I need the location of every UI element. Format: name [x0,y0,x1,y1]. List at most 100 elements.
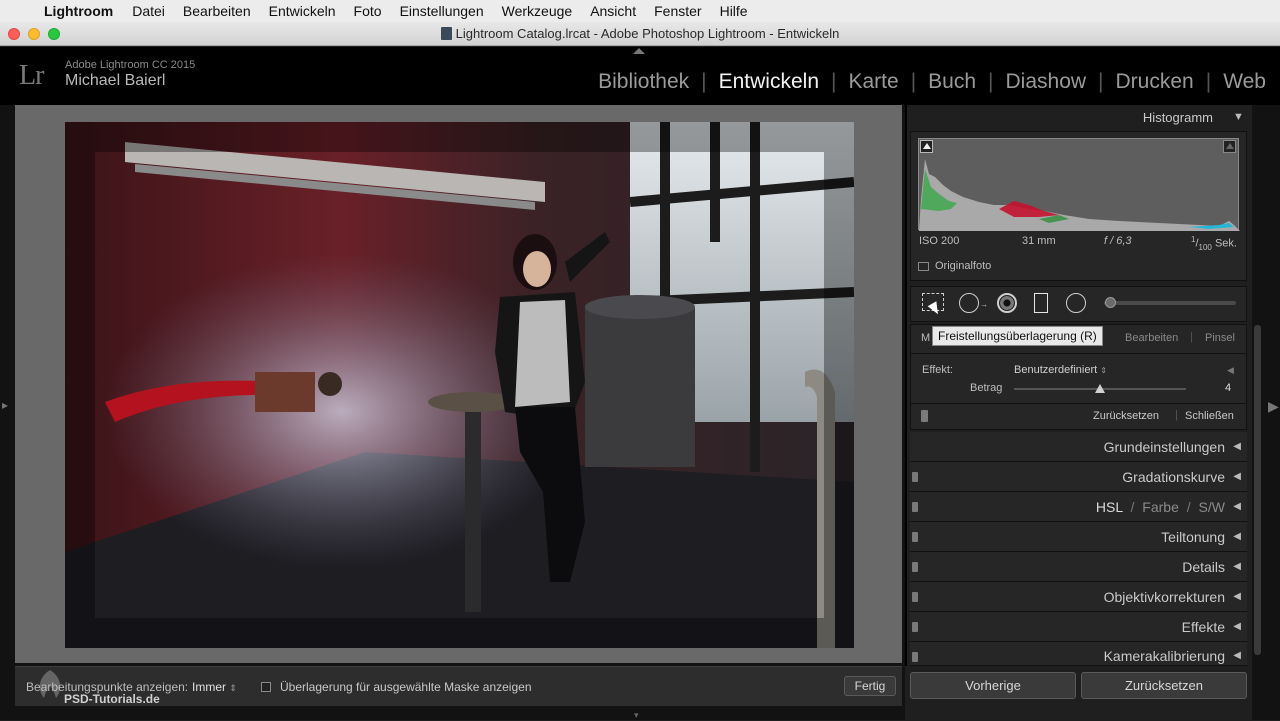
collapse-top-panel-icon[interactable] [633,48,645,54]
panel-toggle-switch[interactable] [912,622,918,632]
window-title-text: Lightroom Catalog.lrcat - Adobe Photosho… [455,26,840,41]
mask-tab-brush[interactable]: Pinsel [1205,332,1235,344]
menu-hilfe[interactable]: Hilfe [720,3,748,19]
divider [910,353,1247,354]
mask-toggle-switch[interactable] [921,410,928,422]
panel-toggle-switch[interactable] [912,502,918,512]
panel-tab-farbe[interactable]: Farbe [1142,499,1179,515]
menu-einstellungen[interactable]: Einstellungen [400,3,484,19]
right-panel-scrollbar[interactable] [1254,325,1261,655]
panel-header-details[interactable]: Details ◀ [910,552,1247,582]
reset-all-button[interactable]: Zurücksetzen [1081,672,1247,699]
original-photo-label: Originalfoto [935,260,992,272]
right-filmstrip-toggle-icon[interactable]: ▶ [1268,398,1279,415]
photo-preview[interactable] [65,122,854,648]
adjustment-brush-slider-icon[interactable] [1104,301,1236,305]
mask-close-button[interactable]: Schließen [1185,410,1234,422]
panel-toggle-switch[interactable] [912,592,918,602]
effect-select[interactable]: Benutzerdefiniert ⇕ [1014,364,1107,376]
done-button[interactable]: Fertig [844,676,896,696]
edit-points-select[interactable]: Immer ⇕ [192,680,237,694]
panel-header-gradationskurve[interactable]: Gradationskurve ◀ [910,462,1247,492]
select-arrows-icon: ⇕ [1100,366,1107,375]
menu-entwickeln[interactable]: Entwickeln [269,3,336,19]
panel-tab-sw[interactable]: S/W [1199,499,1225,515]
module-diashow[interactable]: Diashow [1004,70,1089,94]
graduated-filter-icon[interactable] [1034,293,1048,313]
window-title-bar: Lightroom Catalog.lrcat - Adobe Photosho… [0,22,1280,46]
lightroom-logo: Lr [19,60,44,91]
module-buch[interactable]: Buch [926,70,978,94]
expand-triangle-icon: ◀ [1233,471,1241,482]
original-photo-checkbox[interactable] [918,262,929,271]
tab-separator: / [1130,499,1135,515]
panel-toggle-switch[interactable] [912,472,918,482]
panel-title: Teiltonung [1161,529,1225,545]
watermark-text: PSD-Tutorials.de [64,692,160,706]
button-separator: | [1175,409,1178,421]
exif-shutter: 1/100 Sek. [1191,235,1237,252]
effect-value: Benutzerdefiniert [1014,364,1098,376]
mask-reset-button[interactable]: Zurücksetzen [1093,410,1159,422]
panel-title: Kamerakalibrierung [1103,648,1225,664]
module-drucken[interactable]: Drucken [1114,70,1196,94]
menu-app-name[interactable]: Lightroom [44,3,113,19]
highlight-clipping-toggle[interactable] [1223,140,1236,153]
panel-header-objektivkorrekturen[interactable]: Objektivkorrekturen ◀ [910,582,1247,612]
panel-toggle-switch[interactable] [912,652,918,662]
shadow-clip-triangle-icon [923,143,931,149]
left-panel-toggle-icon[interactable]: ▸ [2,398,8,412]
collapse-triangle-icon[interactable]: ▼ [1233,111,1244,123]
menu-foto[interactable]: Foto [354,3,382,19]
panel-title: Effekte [1181,619,1225,635]
previous-button[interactable]: Vorherige [910,672,1076,699]
red-eye-icon[interactable] [997,293,1017,313]
effect-label: Effekt: [922,364,953,376]
panel-toggle-switch[interactable] [912,532,918,542]
amount-value: 4 [1225,382,1232,394]
panel-title: Objektivkorrekturen [1103,589,1225,605]
panel-toggle-switch[interactable] [912,562,918,572]
menu-bearbeiten[interactable]: Bearbeiten [183,3,251,19]
edit-points-value: Immer [192,680,226,694]
panel-header-kamerakalibrierung[interactable]: Kamerakalibrierung ◀ [910,642,1247,666]
shutter-unit: Sek. [1214,237,1237,250]
amount-slider-thumb[interactable] [1095,384,1105,393]
mask-tab-new[interactable]: M [921,332,930,344]
mask-tab-separator: | [1190,331,1193,343]
panel-title: Gradationskurve [1122,469,1225,485]
menu-werkzeuge[interactable]: Werkzeuge [502,3,573,19]
menu-datei[interactable]: Datei [132,3,165,19]
amount-label: Betrag [970,382,1003,394]
overlay-mask-checkbox[interactable] [261,682,271,692]
tab-separator: / [1186,499,1191,515]
module-separator: | [910,70,917,93]
panel-tab-hsl[interactable]: HSL [1096,499,1123,515]
spot-removal-icon[interactable] [959,293,979,313]
panel-title: Details [1182,559,1225,575]
panel-header-effekte[interactable]: Effekte ◀ [910,612,1247,642]
module-web[interactable]: Web [1221,70,1268,94]
shadow-clipping-toggle[interactable] [920,140,933,153]
histogram-graph[interactable] [918,138,1240,231]
panel-title: Grundeinstellungen [1103,439,1225,455]
exif-focal-length: 31 mm [1022,235,1056,247]
module-bibliothek[interactable]: Bibliothek [596,70,691,94]
histogram-title: Histogramm [1142,110,1213,125]
module-karte[interactable]: Karte [846,70,900,94]
expand-triangle-icon: ◀ [1233,501,1241,512]
menu-fenster[interactable]: Fenster [654,3,701,19]
panel-header-teiltonung[interactable]: Teiltonung ◀ [910,522,1247,552]
panel-header-grundeinstellungen[interactable]: Grundeinstellungen ◀ [910,432,1247,462]
menu-ansicht[interactable]: Ansicht [590,3,636,19]
mask-tab-edit[interactable]: Bearbeiten [1125,332,1178,344]
effect-collapse-icon[interactable]: ◀ [1227,365,1234,376]
histogram-header[interactable]: Histogramm [910,107,1247,129]
filmstrip-toggle-icon[interactable]: ▾ [634,710,639,721]
radial-filter-icon[interactable] [1066,293,1086,313]
panel-header-hsl[interactable]: HSL / Farbe / S/W ◀ [910,492,1247,522]
highlight-clip-triangle-icon [1226,143,1234,149]
brush-slider-knob[interactable] [1105,297,1116,308]
module-entwickeln[interactable]: Entwickeln [717,70,821,94]
select-arrows-icon: ⇕ [229,683,237,693]
